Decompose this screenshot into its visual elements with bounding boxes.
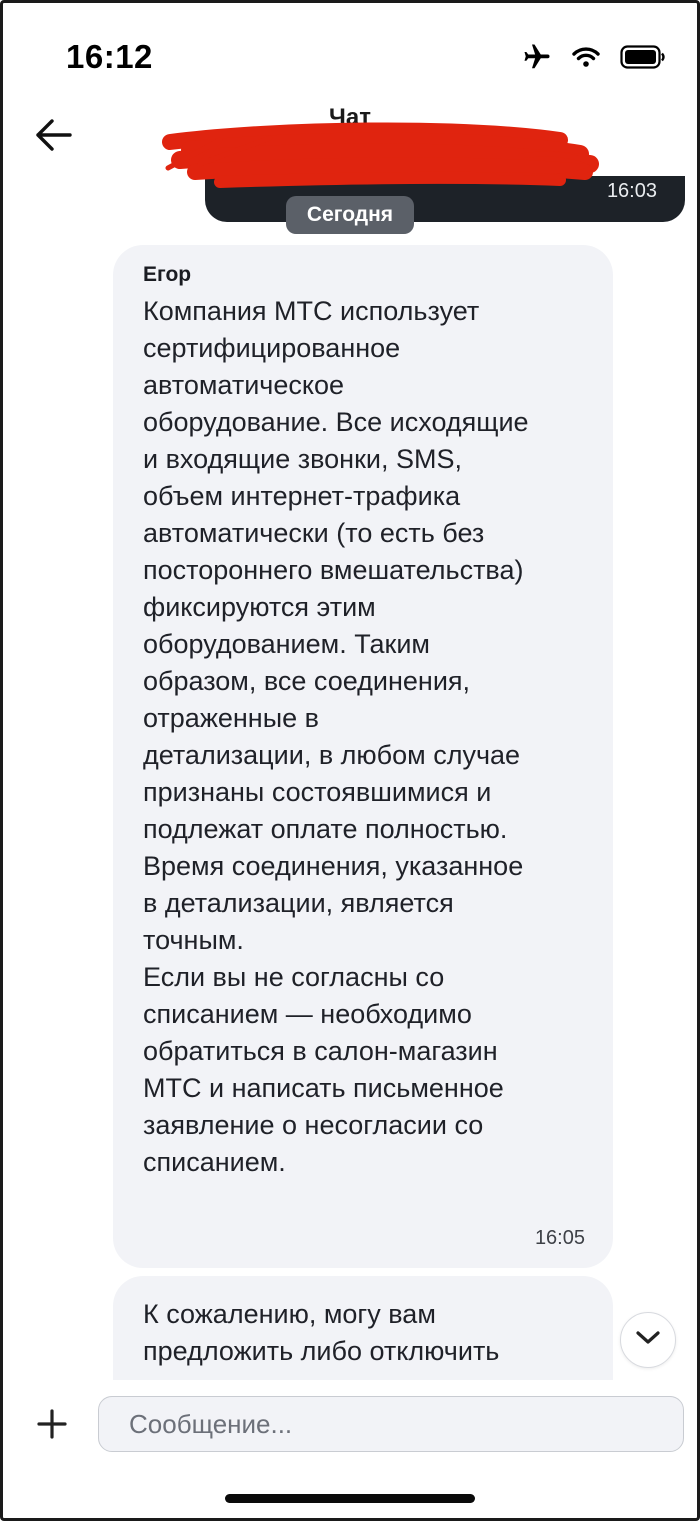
arrow-left-icon <box>32 119 76 162</box>
home-indicator <box>225 1494 475 1503</box>
plus-icon <box>36 1408 68 1445</box>
redaction-scribble <box>162 122 599 188</box>
date-divider: Сегодня <box>286 196 414 234</box>
incoming-message-bubble[interactable]: К сожалению, могу вам предложить либо от… <box>113 1276 613 1380</box>
message-text: К сожалению, могу вам предложить либо от… <box>143 1299 500 1366</box>
status-time: 16:12 <box>66 38 153 75</box>
message-text: Компания МТС использует сертифицированно… <box>143 296 529 1177</box>
chevron-down-icon <box>634 1329 662 1352</box>
airplane-icon <box>522 42 552 72</box>
message-time: 16:05 <box>534 1227 585 1249</box>
attach-button[interactable] <box>24 1402 80 1450</box>
message-input[interactable] <box>98 1396 684 1452</box>
message-time: 16:03 <box>606 180 657 202</box>
scroll-to-bottom-button[interactable] <box>620 1312 676 1368</box>
battery-icon <box>620 45 666 69</box>
status-icons <box>522 42 666 72</box>
sender-name: Егор <box>143 263 192 286</box>
wifi-icon <box>572 46 600 68</box>
incoming-message-bubble[interactable]: Егор Компания МТС использует сертифициро… <box>113 245 613 1268</box>
